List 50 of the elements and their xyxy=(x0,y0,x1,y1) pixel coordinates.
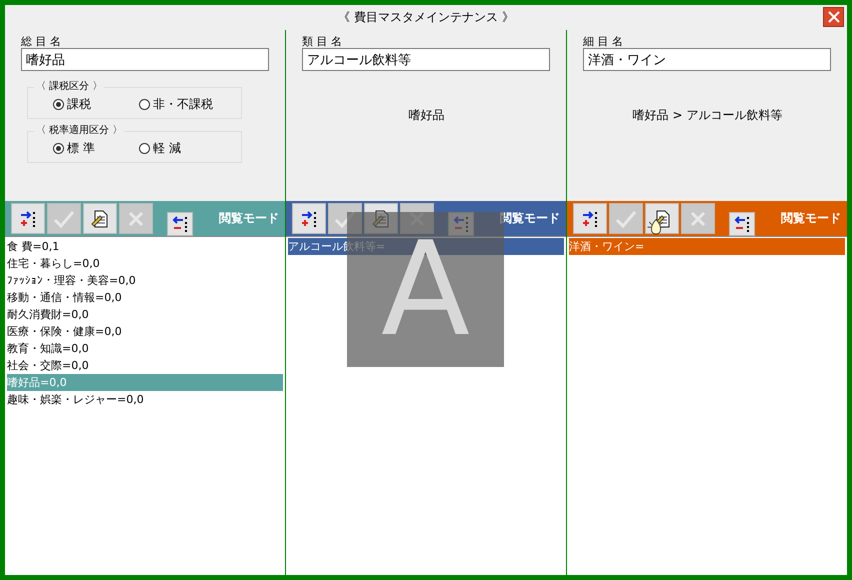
list-item[interactable]: 洋酒・ワイン= xyxy=(569,238,845,255)
radio-icon[interactable] xyxy=(139,99,150,110)
radio-option[interactable]: 課税 xyxy=(53,96,139,113)
edit-button[interactable] xyxy=(83,203,117,234)
radio-icon[interactable] xyxy=(53,99,64,110)
list-item[interactable]: 食 費=0,1 xyxy=(7,238,283,255)
field-label: 細 目 名 xyxy=(583,34,624,48)
radio-icon[interactable] xyxy=(139,143,150,154)
list-item[interactable]: 住宅・暮らし=0,0 xyxy=(7,255,283,272)
breadcrumb: 嗜好品 xyxy=(408,107,446,124)
add-icon xyxy=(300,210,318,228)
group-title: 〈 課税区分 〉 xyxy=(34,79,104,93)
remove-icon xyxy=(734,216,750,232)
list-item[interactable]: 社会・交際=0,0 xyxy=(7,357,283,374)
add-icon xyxy=(581,210,599,228)
remove-button[interactable] xyxy=(167,212,193,236)
remove-icon xyxy=(172,216,188,232)
input-field[interactable]: アルコール飲料等 xyxy=(302,48,550,71)
group-title: 〈 税率適用区分 〉 xyxy=(34,123,124,137)
radio-option[interactable]: 軽 減 xyxy=(139,140,225,157)
mode-label: 閲覧モード xyxy=(219,210,279,227)
remove-button[interactable] xyxy=(729,212,755,236)
add-button[interactable] xyxy=(573,203,607,234)
mode-label: 閲覧モード xyxy=(500,210,560,227)
radio-option[interactable]: 標 準 xyxy=(53,140,139,157)
close-icon xyxy=(826,10,840,24)
add-icon xyxy=(19,210,37,228)
radio-option[interactable]: 非・不課税 xyxy=(139,96,225,113)
field-label: 類 目 名 xyxy=(302,34,343,48)
radio-icon[interactable] xyxy=(53,143,64,154)
x-icon xyxy=(127,210,145,228)
list-item[interactable]: 教育・知識=0,0 xyxy=(7,340,283,357)
window-title: 《 費目マスタメインテナンス 》 xyxy=(338,9,514,26)
check-icon xyxy=(615,210,637,228)
list-item[interactable]: 耐久消費財=0,0 xyxy=(7,306,283,323)
input-field[interactable]: 洋酒・ワイン xyxy=(583,48,831,71)
list-item[interactable]: 趣味・娯楽・レジャー=0,0 xyxy=(7,391,283,408)
mode-label: 閲覧モード xyxy=(781,210,841,227)
add-button[interactable] xyxy=(11,203,45,234)
list-item[interactable]: 移動・通信・情報=0,0 xyxy=(7,289,283,306)
list-item[interactable]: ﾌｧｯｼｮﾝ・理容・美容=0,0 xyxy=(7,272,283,289)
document-pencil-icon xyxy=(90,208,110,228)
close-button[interactable] xyxy=(823,7,844,27)
x-icon xyxy=(689,210,707,228)
list-item[interactable]: 医療・保険・健康=0,0 xyxy=(7,323,283,340)
input-field[interactable]: 嗜好品 xyxy=(21,48,269,71)
add-button[interactable] xyxy=(292,203,326,234)
breadcrumb: 嗜好品 > アルコール飲料等 xyxy=(632,107,784,124)
check-icon xyxy=(53,210,75,228)
field-label: 総 目 名 xyxy=(21,34,62,48)
